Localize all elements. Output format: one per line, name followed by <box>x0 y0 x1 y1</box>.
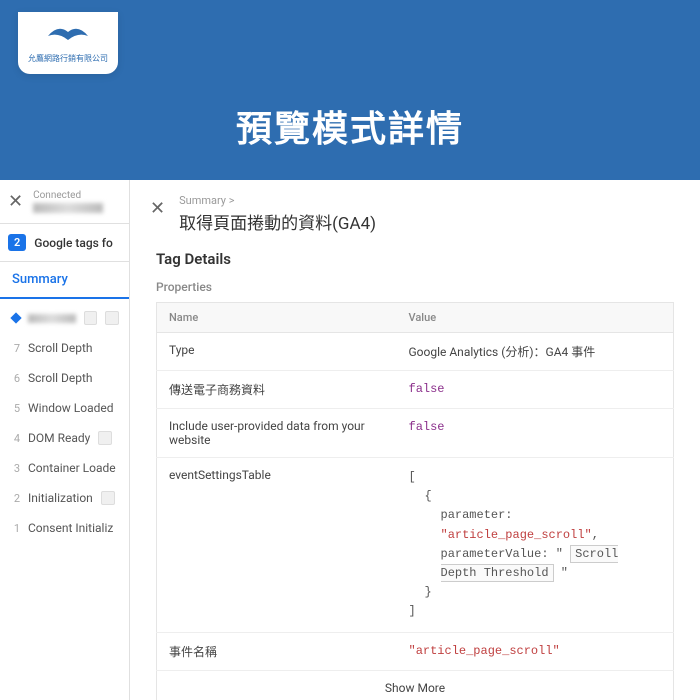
event-row[interactable]: 4 DOM Ready <box>0 423 129 453</box>
detail-panel: ✕ Summary > 取得頁面捲動的資料(GA4) Tag Details P… <box>130 180 700 700</box>
properties-heading: Properties <box>156 280 674 294</box>
sidebar: ✕ Connected 2 Google tags fo Summary • 7… <box>0 180 130 700</box>
tags-found-text: Google tags fo <box>34 236 113 250</box>
prop-value: false <box>397 409 674 458</box>
event-label: Scroll Depth <box>28 341 93 355</box>
event-number: 2 <box>10 492 20 505</box>
tag-icon <box>105 311 119 325</box>
event-number: 5 <box>10 402 20 415</box>
prop-name: Include user-provided data from your web… <box>157 409 397 458</box>
prop-name: eventSettingsTable <box>157 458 397 633</box>
event-row[interactable]: 2 Initialization <box>0 483 129 513</box>
detail-title: 取得頁面捲動的資料(GA4) <box>179 209 376 234</box>
table-row: Include user-provided data from your web… <box>157 409 674 458</box>
tag-icon <box>98 431 112 445</box>
prop-value: [ { parameter: "article_page_scroll", pa… <box>397 458 674 633</box>
event-number: 6 <box>10 372 20 385</box>
connected-label: Connected <box>33 190 103 201</box>
prop-value: false <box>397 371 674 409</box>
app-frame: ✕ Connected 2 Google tags fo Summary • 7… <box>0 180 700 700</box>
logo-text: 允鷹網路行銷有限公司 <box>28 53 108 64</box>
prop-name: 傳送電子商務資料 <box>157 371 397 409</box>
show-more-button[interactable]: Show More <box>157 670 674 700</box>
close-icon[interactable]: ✕ <box>150 198 165 219</box>
table-row: 事件名稱 "article_page_scroll" <box>157 632 674 670</box>
event-label: DOM Ready <box>28 431 90 445</box>
event-row[interactable]: 3 Container Loade <box>0 453 129 483</box>
close-icon[interactable]: ✕ <box>8 191 23 212</box>
event-row[interactable]: 7 Scroll Depth <box>0 333 129 363</box>
event-label: Container Loade <box>28 461 116 475</box>
table-row: Show More <box>157 670 674 700</box>
event-row-current[interactable]: • <box>0 303 129 333</box>
event-number: 3 <box>10 462 20 475</box>
tag-details-section: Tag Details Properties Name Value Type G… <box>130 240 700 700</box>
table-row: Type Google Analytics (分析)：GA4 事件 <box>157 333 674 371</box>
tags-found-row[interactable]: 2 Google tags fo <box>0 224 129 262</box>
event-label: Scroll Depth <box>28 371 93 385</box>
event-label-blurred <box>28 314 76 323</box>
event-label: Initialization <box>28 491 93 505</box>
col-name: Name <box>157 303 397 333</box>
prop-value: Google Analytics (分析)：GA4 事件 <box>397 333 674 371</box>
prop-name: 事件名稱 <box>157 632 397 670</box>
tag-count-badge: 2 <box>8 234 26 251</box>
event-row[interactable]: 1 Consent Initializ <box>0 513 129 543</box>
tab-summary[interactable]: Summary <box>0 262 129 299</box>
connected-domain <box>33 203 103 213</box>
event-number: 4 <box>10 432 20 445</box>
eagle-icon <box>46 22 90 51</box>
event-row[interactable]: 5 Window Loaded <box>0 393 129 423</box>
breadcrumb[interactable]: Summary > <box>179 194 376 207</box>
event-number: 7 <box>10 342 20 355</box>
logo-card: 允鷹網路行銷有限公司 <box>18 12 118 74</box>
connection-info: Connected <box>33 190 103 213</box>
table-row: eventSettingsTable [ { parameter: "artic… <box>157 458 674 633</box>
sidebar-header: ✕ Connected <box>0 180 129 224</box>
event-label: Consent Initializ <box>28 521 113 535</box>
event-row[interactable]: 6 Scroll Depth <box>0 363 129 393</box>
table-row: 傳送電子商務資料 false <box>157 371 674 409</box>
tag-details-heading: Tag Details <box>156 250 674 268</box>
prop-name: Type <box>157 333 397 371</box>
prop-value: "article_page_scroll" <box>397 632 674 670</box>
tag-icon <box>84 311 98 325</box>
event-label: Window Loaded <box>28 401 114 415</box>
properties-table: Name Value Type Google Analytics (分析)：GA… <box>156 302 674 700</box>
hero-banner: 允鷹網路行銷有限公司 預覽模式詳情 <box>0 0 700 180</box>
event-list: • 7 Scroll Depth 6 Scroll Depth 5 Window Lo… <box>0 299 129 547</box>
detail-header: ✕ Summary > 取得頁面捲動的資料(GA4) <box>130 180 700 240</box>
col-value: Value <box>397 303 674 333</box>
tag-icon <box>101 491 115 505</box>
event-number: 1 <box>10 522 20 535</box>
